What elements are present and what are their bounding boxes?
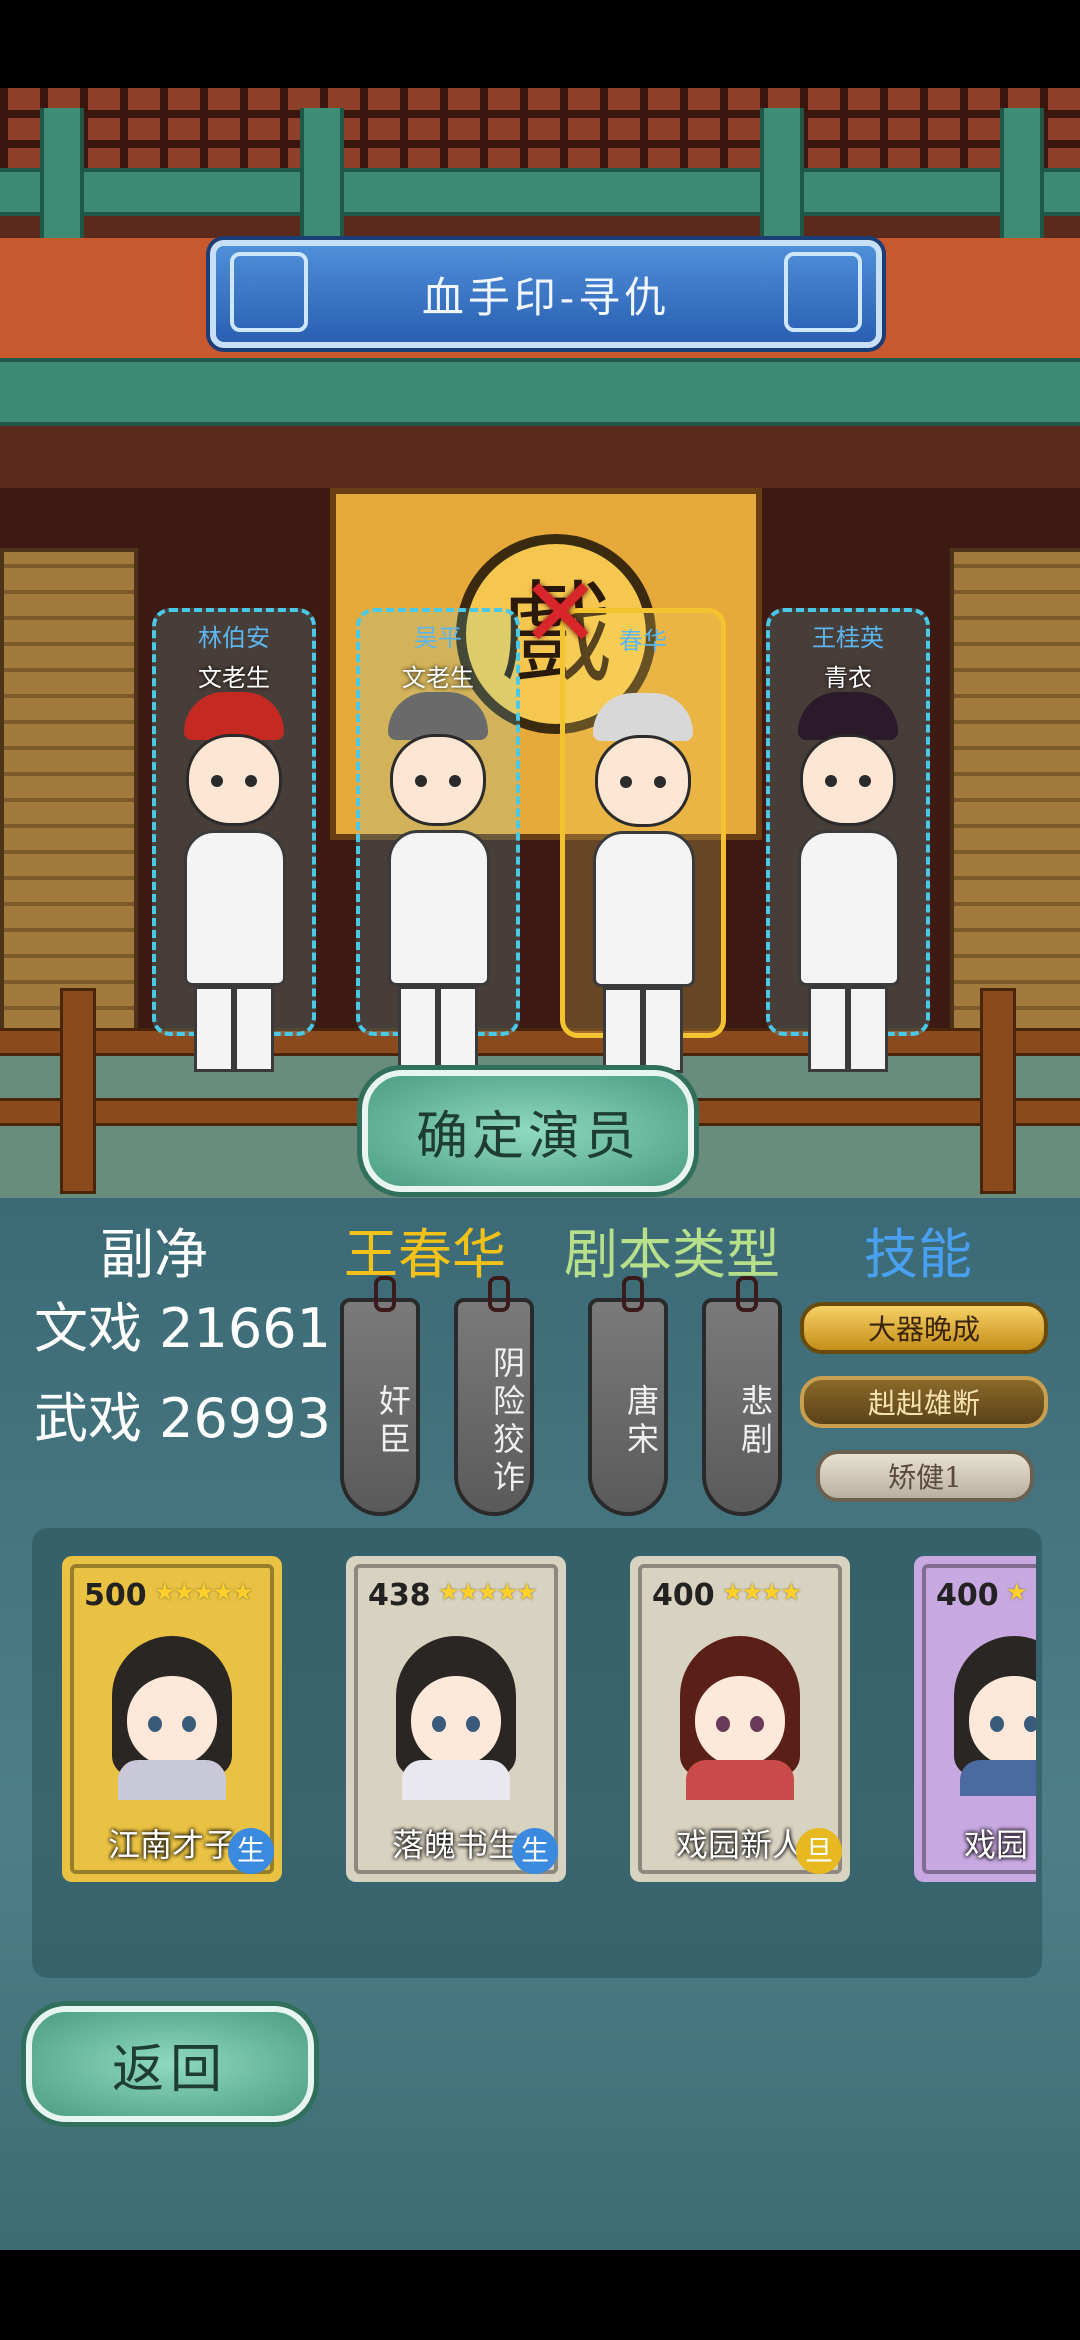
actor-figure <box>593 693 695 1073</box>
actor-role: 青衣 <box>824 664 872 692</box>
actor-card[interactable]: 400 ★★★★ 戏园新人 旦 <box>630 1556 850 1882</box>
banner-ornament-left <box>230 252 308 332</box>
actor-figure <box>184 692 286 1072</box>
actor-card[interactable]: 438 ★★★★★ 落魄书生 生 <box>346 1556 566 1882</box>
card-name: 戏园 <box>964 1826 1029 1864</box>
skill-badge[interactable]: 大器晚成 <box>800 1302 1048 1354</box>
play-title: 血手印-寻仇 <box>421 272 671 322</box>
back-button[interactable]: 返回 <box>26 2006 314 2122</box>
actor-figure <box>798 692 900 1072</box>
card-score: 438 <box>368 1578 431 1613</box>
role-badge-icon: 生 <box>228 1828 274 1874</box>
actor-figure <box>388 692 490 1072</box>
banner-ornament-right <box>784 252 862 332</box>
white-hair-icon <box>593 693 693 741</box>
actor-name: 吴平 <box>414 624 462 652</box>
actor-slot-1[interactable]: 林伯安 文老生 <box>152 608 316 1072</box>
headdress-icon <box>798 692 898 740</box>
character-tag: 奸臣 <box>340 1276 420 1516</box>
character-tag: 阴险狡诈 <box>454 1276 534 1516</box>
card-score: 400 <box>652 1578 715 1613</box>
actor-robe <box>184 830 286 986</box>
skills-header: 技能 <box>864 1223 972 1286</box>
railing-post <box>980 988 1016 1194</box>
star-rating-icon: ★★★★★ <box>154 1578 254 1606</box>
skill-badge[interactable]: 矫健1 <box>816 1450 1034 1502</box>
lower-beam <box>0 358 1080 426</box>
actor-legs <box>808 986 888 1072</box>
card-score: 500 <box>84 1578 147 1613</box>
actor-legs <box>398 986 478 1072</box>
actor-role: 文老生 <box>402 664 474 692</box>
star-rating-icon: ★★★★ <box>722 1578 802 1606</box>
actor-robe <box>388 830 490 986</box>
actor-slot-3-selected[interactable]: 春华 <box>560 608 726 1073</box>
actor-head <box>595 735 691 827</box>
actor-head <box>390 734 486 826</box>
role-badge-icon: 旦 <box>796 1828 842 1874</box>
role-type-label: 副净 <box>100 1223 208 1286</box>
actor-portrait <box>386 1636 526 1800</box>
actor-card-partial[interactable]: 400 ★ 戏园 <box>914 1556 1036 1882</box>
role-badge-icon: 生 <box>512 1828 558 1874</box>
actor-name: 王桂英 <box>812 624 884 652</box>
actor-robe <box>593 831 695 987</box>
actor-slot-2[interactable]: 吴平 文老生 <box>356 608 520 1072</box>
actor-name: 林伯安 <box>198 624 270 652</box>
actor-head <box>800 734 896 826</box>
actor-slot-4[interactable]: 王桂英 青衣 <box>766 608 930 1072</box>
bamboo-curtain-right <box>950 548 1080 1036</box>
remove-x-icon[interactable]: ✕ <box>520 565 600 661</box>
actor-legs <box>194 986 274 1072</box>
official-hat-icon <box>184 692 284 740</box>
actor-robe <box>798 830 900 986</box>
play-title-banner: 血手印-寻仇 <box>210 240 882 348</box>
character-name: 王春华 <box>344 1223 506 1286</box>
upper-beam <box>0 168 1080 216</box>
actor-legs <box>603 987 683 1073</box>
wen-stat: 文戏 21661 <box>34 1297 331 1360</box>
actor-head <box>186 734 282 826</box>
star-rating-icon: ★★★★★ <box>438 1578 538 1606</box>
actor-portrait <box>944 1636 1036 1796</box>
script-tag: 悲剧 <box>702 1276 782 1516</box>
scholar-cap-icon <box>388 692 488 740</box>
star-rating-icon: ★ <box>1006 1578 1027 1606</box>
actor-card[interactable]: 500 ★★★★★ 江南才子 生 <box>62 1556 282 1882</box>
actor-portrait <box>670 1636 810 1800</box>
bamboo-curtain-left <box>0 548 138 1036</box>
skill-badge[interactable]: 赳赳雄断 <box>800 1376 1048 1428</box>
wu-stat: 武戏 26993 <box>34 1387 331 1450</box>
card-score: 400 <box>936 1578 999 1613</box>
railing-post <box>60 988 96 1194</box>
script-tag: 唐宋 <box>588 1276 668 1516</box>
actor-role: 文老生 <box>198 664 270 692</box>
actor-portrait <box>102 1636 242 1800</box>
confirm-actor-button[interactable]: 确定演员 <box>362 1070 694 1192</box>
